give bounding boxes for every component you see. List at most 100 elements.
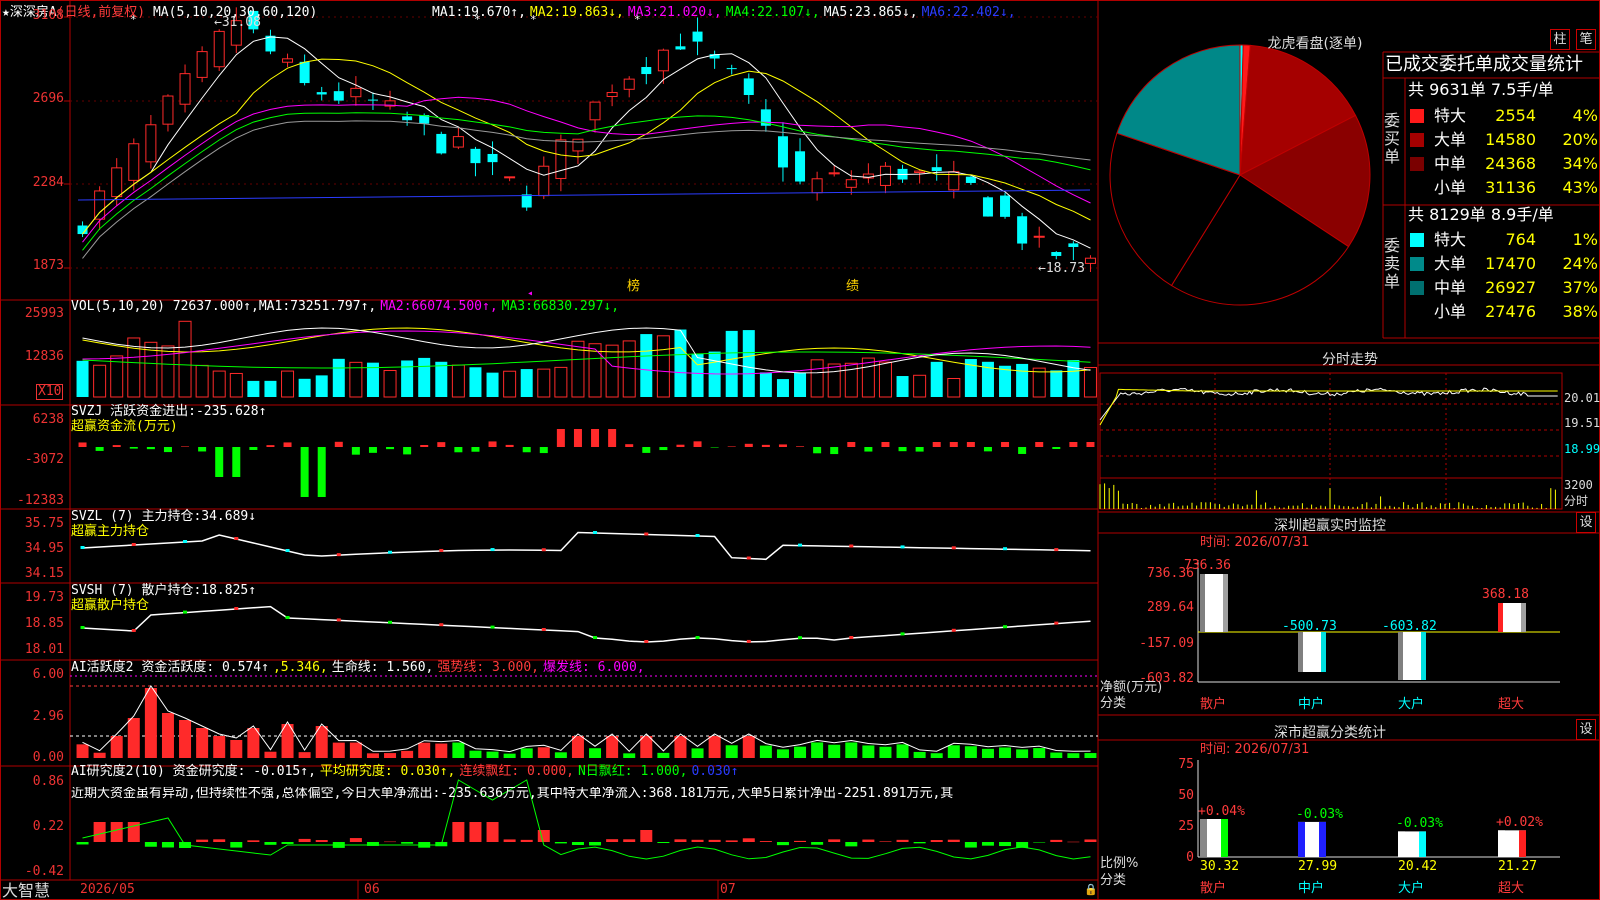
dragon-row-pct: 4% bbox=[1572, 106, 1598, 125]
candle bbox=[777, 136, 788, 168]
legend-item: MA1:19.670↑, bbox=[432, 5, 526, 20]
holding-tick bbox=[285, 549, 290, 552]
legend-item: MA2:19.863↓, bbox=[529, 5, 624, 20]
candle bbox=[657, 49, 669, 72]
legend-item: 强势线: 3.000, bbox=[437, 660, 539, 675]
flow-bar bbox=[198, 447, 207, 452]
research-bar bbox=[469, 822, 482, 842]
flow-bar bbox=[932, 442, 941, 447]
flow-bar bbox=[181, 446, 190, 447]
volume-bar bbox=[486, 372, 499, 397]
research-bar bbox=[879, 841, 892, 842]
classify-settings-button[interactable]: 设 bbox=[1576, 719, 1596, 740]
dragon-row-pct: 24% bbox=[1562, 254, 1598, 273]
retail-tick bbox=[490, 625, 495, 629]
candle bbox=[316, 92, 327, 95]
legend-item: MA4:22.107↓, bbox=[725, 5, 820, 20]
flow-bar bbox=[232, 447, 241, 477]
activity-bar bbox=[811, 742, 824, 758]
retail-tick bbox=[183, 610, 188, 614]
ma-line bbox=[82, 120, 1091, 259]
flow-bar bbox=[283, 442, 292, 447]
flow-bar bbox=[129, 447, 138, 449]
research-bar bbox=[640, 830, 653, 842]
retail-tick bbox=[388, 620, 393, 624]
activity-bar bbox=[896, 744, 909, 758]
research-bar bbox=[691, 839, 704, 842]
activity-bar bbox=[589, 748, 602, 758]
flow-bar bbox=[881, 442, 890, 447]
research-bar bbox=[537, 830, 550, 842]
candle bbox=[333, 91, 344, 101]
activity-bar bbox=[862, 745, 875, 758]
minute-y-tick: 20.01 bbox=[1564, 391, 1600, 405]
flow-bar bbox=[676, 444, 685, 447]
classify-change-label: -0.03% bbox=[1296, 806, 1343, 822]
candle bbox=[213, 30, 225, 68]
event-mark[interactable]: 榜 bbox=[627, 280, 640, 294]
activity-bar bbox=[161, 713, 174, 758]
svzj-legend: SVZJ 活跃资金进出:-235.628↑ bbox=[71, 404, 267, 419]
svzl-y-tick: 34.95 bbox=[24, 541, 64, 556]
flow-bar bbox=[1069, 442, 1078, 447]
legend-item: MA3:21.020↓, bbox=[627, 5, 722, 20]
volume-bar bbox=[178, 320, 192, 398]
candle bbox=[452, 136, 464, 148]
activity-bar bbox=[486, 751, 499, 758]
research-bar bbox=[315, 840, 328, 842]
volume-bar bbox=[930, 361, 943, 397]
classify-category: 散户 bbox=[1200, 881, 1227, 896]
flow-bar bbox=[163, 447, 172, 453]
holding-line bbox=[82, 531, 1091, 561]
activity-bar bbox=[828, 744, 841, 758]
research-bar bbox=[657, 842, 670, 844]
activity-bar bbox=[230, 740, 243, 758]
lock-icon[interactable]: 🔒 bbox=[1084, 883, 1098, 897]
event-mark[interactable]: 绩 bbox=[846, 280, 859, 294]
volume-bar bbox=[212, 370, 226, 398]
research-bar bbox=[725, 840, 738, 842]
activity-bar bbox=[537, 747, 550, 758]
dragon-subtitle: 已成交委托单成交量统计 bbox=[1385, 54, 1583, 75]
dragon-row-qty: 14580 bbox=[1485, 130, 1536, 149]
candle bbox=[555, 139, 567, 179]
monitor-settings-button[interactable]: 设 bbox=[1576, 512, 1596, 533]
candle bbox=[623, 78, 635, 90]
monitor-bar-shade bbox=[1223, 574, 1228, 632]
ma-legend: MA1:19.670↑, MA2:19.863↓, MA3:21.020↓, MA4:… bbox=[432, 6, 1020, 20]
research-bar bbox=[1033, 842, 1046, 843]
svsh-sub: 超赢散户持仓 bbox=[71, 598, 150, 613]
activity-bar bbox=[930, 753, 943, 758]
holding-tick bbox=[183, 540, 188, 543]
activity-bar bbox=[384, 753, 397, 758]
sell-summary: 共 8129单 8.9手/单 bbox=[1408, 205, 1554, 224]
dragon-row-qty: 764 bbox=[1505, 230, 1536, 249]
holding-tick bbox=[131, 543, 136, 546]
dragon-row-pct: 1% bbox=[1572, 230, 1598, 249]
holding-tick bbox=[900, 545, 905, 549]
tick-view-button[interactable]: 笔 bbox=[1576, 29, 1596, 50]
activity-bar bbox=[418, 742, 431, 758]
candle bbox=[162, 95, 174, 125]
flow-bar bbox=[915, 447, 924, 452]
flow-bar bbox=[266, 445, 275, 447]
classify-bar-shade bbox=[1319, 821, 1326, 857]
research-bar bbox=[349, 838, 362, 842]
research-bar bbox=[896, 839, 909, 842]
volume-bar bbox=[195, 364, 209, 398]
candle bbox=[606, 92, 618, 97]
activity-bar bbox=[1067, 753, 1080, 758]
research-bar bbox=[606, 839, 619, 842]
candle bbox=[521, 194, 532, 208]
candle bbox=[196, 51, 208, 78]
research-bar bbox=[93, 822, 106, 842]
flow-bar bbox=[1035, 442, 1044, 447]
flow-bar bbox=[78, 442, 87, 447]
flow-bar bbox=[864, 447, 873, 452]
activity-bar bbox=[674, 736, 687, 758]
monitor-date: 时间: 2026/07/31 bbox=[1200, 535, 1310, 550]
column-view-button[interactable]: 柱 bbox=[1550, 29, 1570, 50]
flow-bar bbox=[403, 447, 412, 455]
flow-bar bbox=[727, 446, 736, 447]
retail-tick bbox=[951, 628, 956, 632]
